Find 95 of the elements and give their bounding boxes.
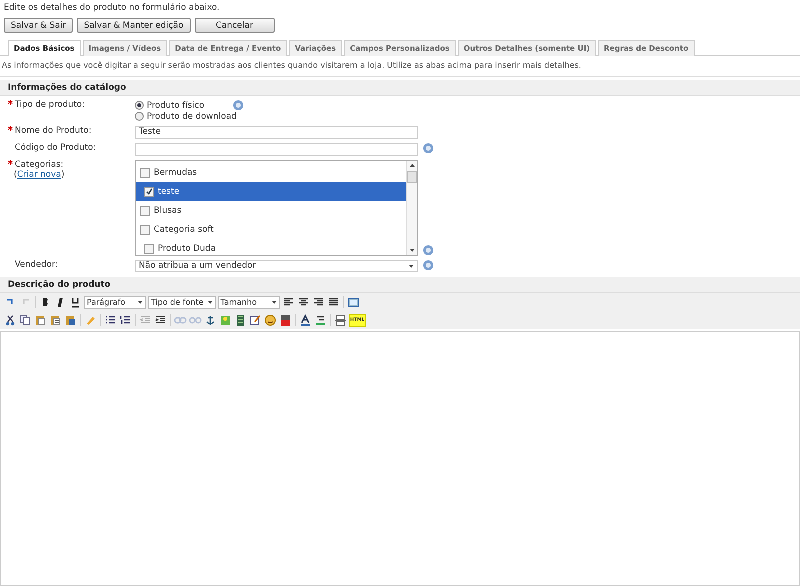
- required-icon: [8, 126, 13, 131]
- radio-option[interactable]: Produto de download: [135, 111, 418, 122]
- clipboard-icon: [64, 314, 77, 326]
- format-dropdown[interactable]: Tipo de fonte: [148, 296, 216, 308]
- checkbox[interactable]: [144, 244, 154, 254]
- scrollbar[interactable]: [406, 161, 417, 255]
- create-link[interactable]: Criar nova: [17, 170, 62, 180]
- clipboard-button[interactable]: [64, 314, 77, 326]
- clipboard-button[interactable]: [49, 314, 62, 326]
- checkbox[interactable]: [140, 224, 150, 234]
- anchor-icon: [204, 314, 217, 326]
- field-label: Vendedor:: [15, 260, 58, 270]
- bullet-list-icon: [104, 314, 117, 326]
- format-dropdown[interactable]: Tamanho: [218, 296, 280, 308]
- field-label: Categorias:: [15, 160, 64, 170]
- scissors-icon: [4, 314, 17, 326]
- info-text: As informações que você digitar a seguir serão mostradas aos clientes quando visitarem a loja. Utilize as abas acima para inserir mais detalhes.: [0, 56, 800, 77]
- parenthesis: ): [61, 170, 65, 180]
- action-button[interactable]: Salvar & Sair: [4, 18, 74, 33]
- checkbox[interactable]: [140, 206, 150, 216]
- justify-button[interactable]: [326, 296, 340, 308]
- dropdown-arrow-icon[interactable]: [208, 300, 213, 304]
- indent-icon: [154, 314, 167, 326]
- align-center-icon: [296, 296, 310, 308]
- underline-button[interactable]: [69, 296, 82, 308]
- clipboard-icon: [49, 314, 62, 326]
- page-break-button[interactable]: [334, 314, 347, 326]
- copy-icon: [19, 314, 32, 326]
- scroll-thumb[interactable]: [407, 171, 417, 183]
- radio-label: Produto de download: [147, 112, 237, 122]
- dropdown-arrow-icon[interactable]: [272, 300, 277, 304]
- align-left-icon: [282, 296, 295, 308]
- notepad-button[interactable]: [249, 314, 262, 326]
- vendor-select[interactable]: Não atribua a um vendedor: [135, 260, 418, 272]
- section-header: Informações do catálogo: [0, 80, 800, 96]
- radio-button[interactable]: [135, 101, 144, 110]
- clipboard-button[interactable]: [34, 314, 47, 326]
- align-right-button[interactable]: [312, 296, 325, 308]
- help-icon[interactable]: [423, 260, 434, 271]
- required-icon: [8, 160, 13, 165]
- radio-label: Produto físico: [147, 100, 205, 110]
- radio-option[interactable]: Produto físico: [135, 100, 418, 111]
- align-center-button[interactable]: [296, 296, 310, 308]
- required-icon: [8, 100, 13, 105]
- help-icon[interactable]: [423, 143, 434, 154]
- align-left-button[interactable]: [282, 296, 295, 308]
- justify-icon: [326, 296, 340, 308]
- window-button[interactable]: [346, 296, 360, 308]
- format-dropdown[interactable]: Parágrafo: [84, 296, 146, 308]
- field-label: Tipo de produto:: [15, 100, 86, 110]
- numbered-list-icon: [119, 314, 132, 326]
- dropdown-arrow-icon[interactable]: [409, 264, 414, 268]
- numbered-list-button[interactable]: [119, 314, 132, 326]
- bullet-list-button[interactable]: [104, 314, 117, 326]
- scroll-up-icon[interactable]: [410, 164, 414, 167]
- input-field[interactable]: Teste: [135, 126, 418, 139]
- indent-button[interactable]: [154, 314, 167, 326]
- category-item[interactable]: teste: [136, 182, 406, 201]
- outdent-icon: [139, 314, 152, 326]
- page-break-icon: [334, 314, 347, 326]
- text-color-button[interactable]: [299, 314, 312, 326]
- help-icon[interactable]: [423, 245, 434, 256]
- clipboard-icon: [34, 314, 47, 326]
- dropdown-arrow-icon[interactable]: [138, 300, 143, 304]
- action-button[interactable]: Cancelar: [194, 18, 275, 33]
- copy-button[interactable]: [19, 314, 32, 326]
- field-label: Nome do Produto:: [15, 126, 92, 136]
- intro-text: Edite os detalhes do produto no formulário abaixo.: [3, 2, 221, 14]
- window-icon: [346, 296, 360, 308]
- align-right-icon: [312, 296, 325, 308]
- scroll-down-icon[interactable]: [410, 249, 414, 252]
- field-label: Código do Produto:: [15, 143, 96, 153]
- action-button[interactable]: Salvar & Manter edição: [77, 18, 191, 33]
- category-list[interactable]: Bermudas teste Blusas Categoria soft Produto Duda: [135, 160, 418, 256]
- checkbox[interactable]: [140, 168, 150, 178]
- help-icon[interactable]: [233, 100, 244, 111]
- underline-icon: [69, 296, 82, 308]
- section-header: Descrição do produto: [0, 277, 800, 293]
- image-icon: [219, 314, 232, 326]
- category-item[interactable]: Produto Duda: [136, 239, 406, 255]
- text-color-icon: [299, 314, 312, 326]
- smiley-icon: [264, 314, 277, 326]
- category-item[interactable]: Categoria soft: [136, 220, 406, 239]
- category-item[interactable]: Bermudas: [136, 163, 406, 182]
- scissors-button[interactable]: [4, 314, 17, 326]
- highlighter-button[interactable]: [314, 314, 327, 326]
- checkbox[interactable]: [144, 186, 154, 196]
- smiley-button[interactable]: [264, 314, 277, 326]
- radio-button[interactable]: [135, 112, 144, 121]
- input-field[interactable]: [135, 143, 418, 156]
- highlighter-icon: [314, 314, 327, 326]
- parenthesis: (: [14, 170, 18, 180]
- category-item[interactable]: Blusas: [136, 201, 406, 220]
- notepad-icon: [249, 314, 262, 326]
- anchor-button[interactable]: [204, 314, 217, 326]
